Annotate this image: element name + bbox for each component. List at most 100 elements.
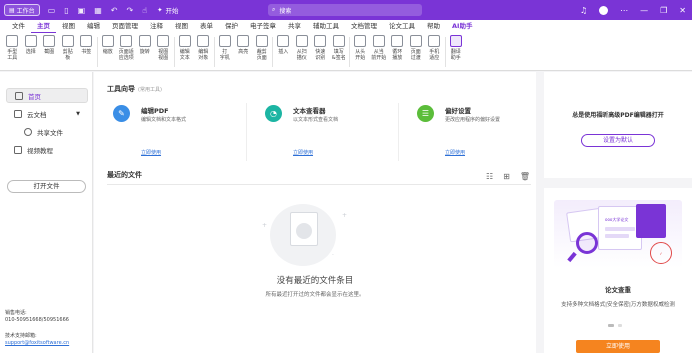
ribbon-separator	[349, 37, 350, 67]
menu-item[interactable]: 保护	[219, 20, 244, 33]
close-icon[interactable]: ✕	[679, 6, 686, 15]
menu-item[interactable]: 论文工具	[383, 20, 421, 33]
ribbon-button[interactable]: 插入	[274, 33, 293, 70]
open-file-button[interactable]: 打开文件	[7, 180, 86, 193]
ribbon-button-label: 缩放	[102, 49, 113, 55]
use-now-link[interactable]: 立即使用	[293, 149, 313, 156]
ribbon-button[interactable]: 旋转	[136, 33, 155, 70]
ribbon-button[interactable]: 编辑 对象	[194, 33, 213, 70]
ribbon-button[interactable]: 编辑 文本	[176, 33, 195, 70]
start-menu[interactable]: ✦ 开始	[157, 5, 178, 15]
ribbon-button-label: 从扫 描仪	[296, 49, 307, 61]
sidebar-item-home[interactable]: 首页	[6, 88, 88, 103]
ribbon-button[interactable]: 视图 视图	[154, 33, 173, 70]
menu-item[interactable]: 文件	[6, 20, 31, 33]
ribbon-button[interactable]: 截图	[40, 33, 59, 70]
ribbon-separator	[96, 37, 98, 67]
ribbon-button[interactable]: 剪贴 板	[59, 33, 78, 70]
ribbon-button[interactable]: 缩放	[99, 33, 118, 70]
menu-item[interactable]: 注释	[144, 20, 169, 33]
promo-illustration: ooo大学论文 ✓	[554, 200, 682, 268]
carousel-dot[interactable]	[618, 324, 622, 327]
menu-item[interactable]: 视图	[56, 20, 81, 33]
folder-icon[interactable]: ▭	[48, 6, 56, 15]
ribbon-button-label: 页面适 应选项	[118, 49, 134, 61]
ribbon-button[interactable]: 从扫 描仪	[293, 33, 312, 70]
ribbon-button-label: 从当 前开始	[371, 49, 387, 61]
typewriter-icon	[218, 35, 231, 47]
ribbon-button-label: 页面 过渡	[410, 49, 421, 61]
ribbon-button[interactable]: 从当 前开始	[370, 33, 389, 70]
carousel-dots	[608, 324, 622, 327]
use-now-link[interactable]: 立即使用	[445, 149, 465, 156]
ribbon-button[interactable]: 书签	[77, 33, 96, 70]
sidebar-item-label: 共享文件	[37, 128, 63, 137]
magnifier-handle	[567, 251, 577, 263]
ribbon-button-label: 编辑 文本	[179, 49, 190, 61]
menu-item[interactable]: 表单	[194, 20, 219, 33]
workspace-button[interactable]: ▤ 工作台	[4, 4, 40, 16]
promo-use-now-button[interactable]: 立即使用	[576, 340, 660, 353]
set-default-button[interactable]: 设置为默认	[581, 134, 655, 147]
transition-icon	[409, 35, 422, 47]
ribbon-separator	[213, 37, 215, 67]
ribbon-button-label: 手机 适应	[429, 49, 440, 61]
menu-item[interactable]: 共享	[282, 20, 307, 33]
carousel-dot[interactable]	[608, 324, 614, 327]
menu-item[interactable]: 视图	[169, 20, 194, 33]
ribbon-button[interactable]: 手型 工具	[3, 33, 22, 70]
new-file-icon[interactable]: ▯	[64, 6, 68, 15]
menu-item[interactable]: 页面管理	[106, 20, 144, 33]
minimize-icon[interactable]: —	[640, 6, 648, 15]
support-email-link[interactable]: support@foxitsoftware.cn	[5, 340, 69, 347]
trash-icon[interactable]: 🗑	[520, 172, 530, 181]
menu-item[interactable]: 帮助	[421, 20, 446, 33]
promo-title: 论文查重	[605, 286, 631, 294]
text-line	[605, 234, 629, 238]
menu-item[interactable]: 编辑	[81, 20, 106, 33]
menu-item[interactable]: 文档管理	[345, 20, 383, 33]
ribbon-button-label: 快速 识别	[315, 49, 326, 61]
scanner-icon	[295, 35, 308, 47]
ribbon-button[interactable]: 填写 &签名	[330, 33, 349, 70]
menu-item[interactable]: AI助手	[446, 20, 478, 33]
sidebar-item-cloud[interactable]: 云文档 ▼	[6, 106, 88, 121]
ribbon-button[interactable]: 快速 识别	[311, 33, 330, 70]
empty-state-subtitle: 所有最近打开过的文件都会显示在这里。	[265, 292, 365, 298]
ribbon-button[interactable]: 打 字机	[216, 33, 235, 70]
save-icon[interactable]: ▣	[78, 6, 86, 15]
ribbon-button[interactable]: 从头 开始	[351, 33, 370, 70]
list-view-icon[interactable]: ☷	[486, 172, 493, 181]
use-now-link[interactable]: 立即使用	[141, 149, 161, 156]
ribbon-button[interactable]: 手机 适应	[425, 33, 444, 70]
hand-tool-icon[interactable]: ☝	[142, 6, 147, 15]
undo-icon[interactable]: ↶	[111, 6, 118, 15]
ribbon-button[interactable]: 页面 过渡	[407, 33, 426, 70]
ribbon-button[interactable]: 页面适 应选项	[117, 33, 136, 70]
sidebar-item-video[interactable]: 视频教程	[6, 142, 88, 157]
ribbon-button[interactable]: 翻译 助手	[447, 33, 466, 70]
ribbon-button[interactable]: 高亮	[234, 33, 253, 70]
view-icon	[157, 35, 170, 47]
bell-icon[interactable]: ♫	[580, 6, 587, 15]
menu-item[interactable]: 电子签章	[244, 20, 282, 33]
menu-item[interactable]: 辅助工具	[307, 20, 345, 33]
user-avatar[interactable]	[599, 5, 609, 15]
restore-icon[interactable]: ❐	[660, 6, 667, 15]
more-icon[interactable]: ⋯	[620, 6, 628, 15]
sparkle-icon: +	[342, 212, 348, 219]
text-viewer-icon: ◔	[265, 105, 282, 122]
grid-view-icon[interactable]: ⊞	[503, 172, 510, 181]
ribbon-button[interactable]: 循环 播放	[388, 33, 407, 70]
redo-icon[interactable]: ↷	[126, 6, 133, 15]
menu-item[interactable]: 主页	[31, 20, 56, 33]
ribbon-button[interactable]: 选择	[22, 33, 41, 70]
ribbon-button[interactable]: 裁剪 页面	[253, 33, 272, 70]
mobile-icon	[428, 35, 441, 47]
sidebar-item-shared[interactable]: 共享文件	[6, 124, 88, 139]
search-input[interactable]: ⌕ 搜索	[268, 4, 422, 16]
guide-title-text: 工具向导	[107, 85, 135, 93]
card-divider	[246, 103, 247, 161]
print-icon[interactable]: ▦	[94, 6, 102, 15]
search-placeholder: 搜索	[279, 7, 292, 15]
